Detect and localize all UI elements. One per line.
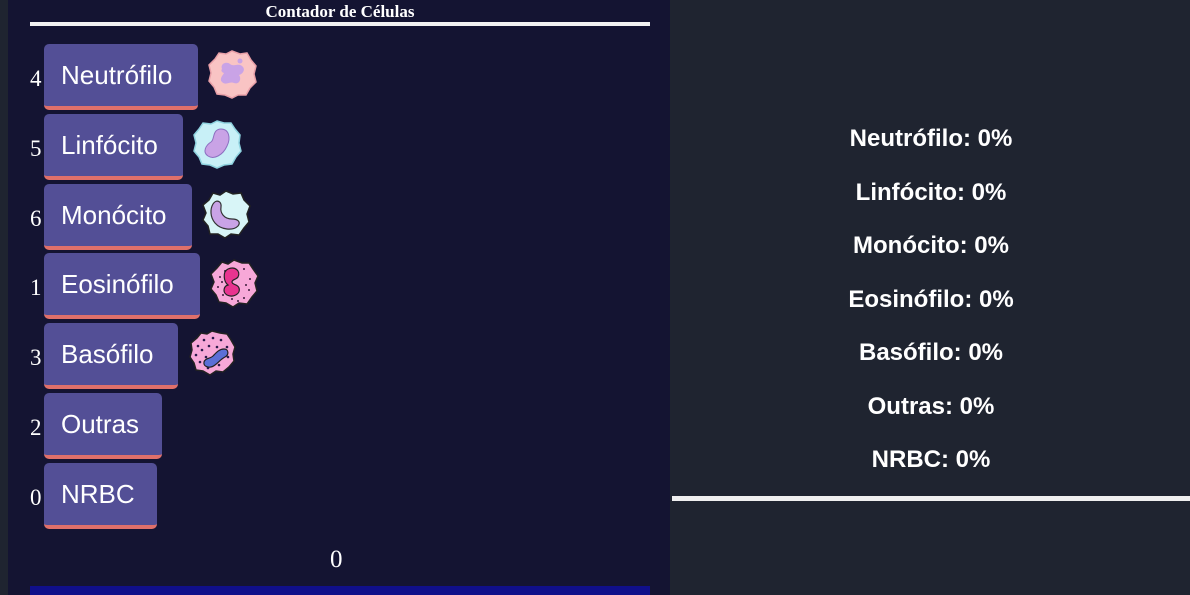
nrbc-button[interactable]: NRBC bbox=[44, 463, 157, 529]
lymphocyte-button[interactable]: Linfócito bbox=[44, 114, 183, 180]
button-label: Outras bbox=[61, 408, 140, 439]
neutrophil-button[interactable]: Neutrófilo bbox=[44, 44, 198, 110]
result-monocyte: Monócito: 0% bbox=[853, 232, 1009, 259]
shortcut-key: 5 bbox=[30, 136, 42, 161]
button-label: Basófilo bbox=[61, 338, 154, 369]
results-divider bbox=[672, 496, 1190, 501]
result-nrbc: NRBC: 0% bbox=[871, 446, 991, 473]
results-panel: Neutrófilo: 0% Linfócito: 0% Monócito: 0… bbox=[672, 0, 1190, 595]
left-edge bbox=[0, 0, 8, 595]
basophil-icon bbox=[189, 330, 236, 376]
monocyte-icon bbox=[202, 190, 251, 239]
shortcut-key: 0 bbox=[30, 485, 42, 510]
eosinophil-icon bbox=[210, 259, 259, 308]
shortcut-key: 2 bbox=[30, 415, 42, 440]
total-count: 0 bbox=[330, 546, 343, 573]
button-label: Linfócito bbox=[61, 129, 158, 160]
button-label: NRBC bbox=[61, 478, 135, 509]
button-label: Neutrófilo bbox=[61, 59, 173, 90]
neutrophil-icon bbox=[208, 50, 257, 99]
lymphocyte-icon bbox=[193, 120, 242, 169]
result-neutrophil: Neutrófilo: 0% bbox=[849, 125, 1013, 152]
button-label: Eosinófilo bbox=[61, 268, 174, 299]
monocyte-button[interactable]: Monócito bbox=[44, 184, 192, 250]
result-lymphocyte: Linfócito: 0% bbox=[855, 179, 1007, 206]
bottom-bar bbox=[30, 586, 650, 595]
button-label: Monócito bbox=[61, 199, 167, 230]
shortcut-key: 4 bbox=[30, 66, 42, 91]
eosinophil-button[interactable]: Eosinófilo bbox=[44, 253, 200, 319]
result-eosinophil: Eosinófilo: 0% bbox=[848, 286, 1014, 313]
shortcut-key: 6 bbox=[30, 206, 42, 231]
result-others: Outras: 0% bbox=[867, 393, 995, 420]
shortcut-key: 1 bbox=[30, 275, 42, 300]
result-basophil: Basófilo: 0% bbox=[858, 339, 1004, 366]
shortcut-key: 3 bbox=[30, 345, 42, 370]
others-button[interactable]: Outras bbox=[44, 393, 162, 459]
basophil-button[interactable]: Basófilo bbox=[44, 323, 178, 389]
page-title: Contador de Células bbox=[265, 2, 415, 21]
counter-panel: Contador de Células 4 Neutrófilo 5 Linfó… bbox=[8, 0, 670, 595]
title-divider bbox=[30, 22, 650, 26]
